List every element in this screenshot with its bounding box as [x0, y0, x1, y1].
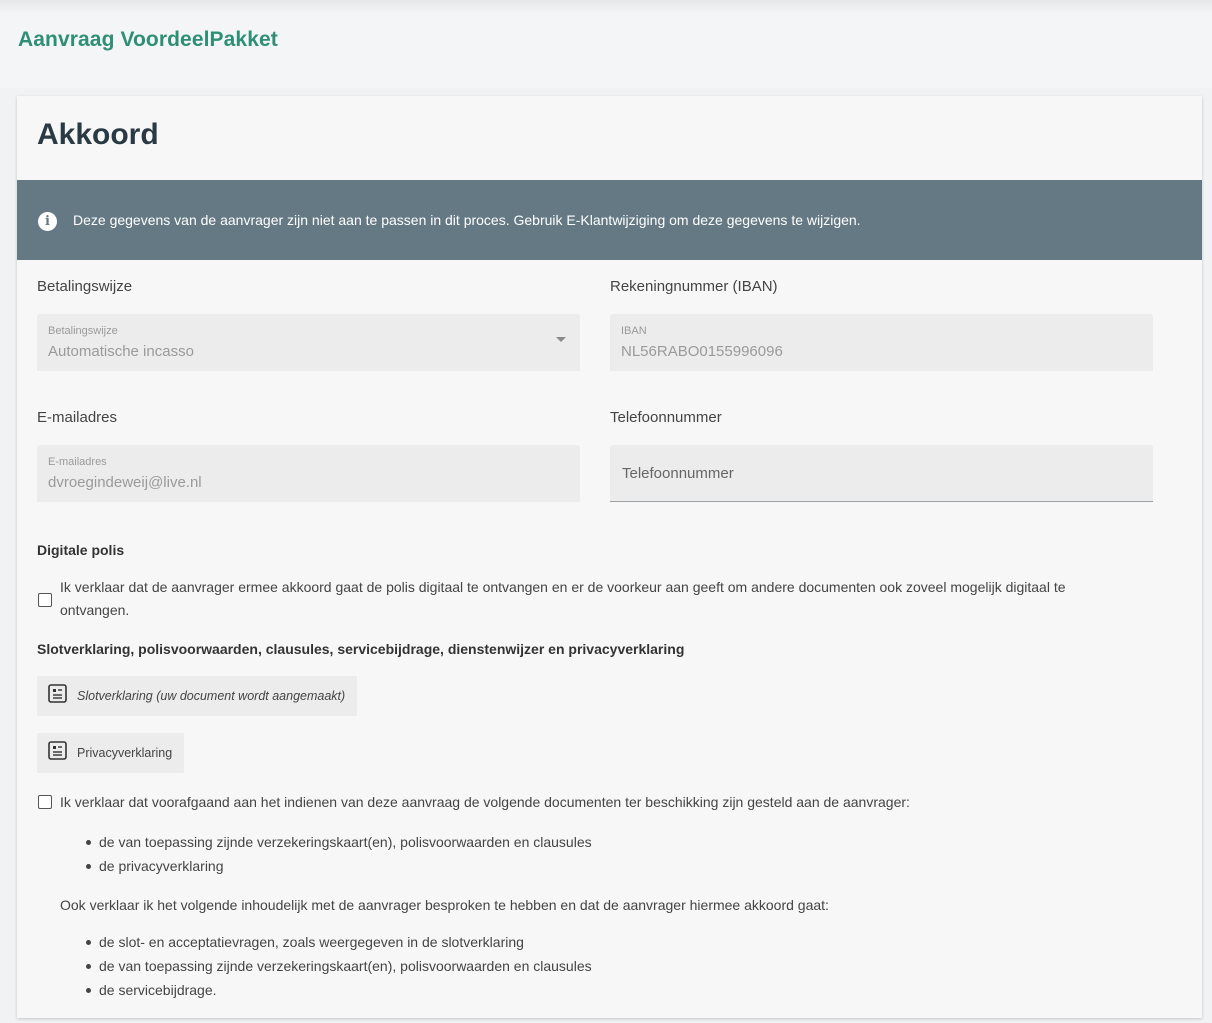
- list-item: de van toepassing zijnde verzekeringskaa…: [84, 830, 592, 854]
- info-banner-text: Deze gegevens van de aanvrager zijn niet…: [73, 212, 861, 228]
- document-icon: [48, 741, 67, 765]
- iban-field[interactable]: IBAN NL56RABO0155996096: [610, 314, 1153, 371]
- akkoord-card: Akkoord i Deze gegevens van de aanvrager…: [17, 96, 1202, 1018]
- declaration-checkbox[interactable]: [38, 795, 52, 809]
- payment-method-value: Automatische incasso: [48, 343, 194, 360]
- list-item: de slot- en acceptatievragen, zoals weer…: [84, 930, 592, 954]
- page-title: Akkoord: [37, 118, 159, 151]
- email-value: dvroegindeweij@live.nl: [48, 474, 202, 491]
- email-field[interactable]: E-mailadres dvroegindeweij@live.nl: [37, 445, 580, 502]
- iban-floating-label: IBAN: [621, 325, 647, 337]
- declaration-documents-list: de van toepassing zijnde verzekeringskaa…: [84, 830, 592, 878]
- list-item: de van toepassing zijnde verzekeringskaa…: [84, 954, 592, 978]
- privacyverklaring-document-link[interactable]: Privacyverklaring: [37, 733, 185, 773]
- chevron-down-icon: [556, 337, 566, 342]
- declaration-text: Ik verklaar dat voorafgaand aan het indi…: [60, 794, 910, 810]
- info-icon: i: [38, 211, 57, 231]
- app-title: Aanvraag VoordeelPakket: [18, 28, 278, 51]
- info-banner: i Deze gegevens van de aanvrager zijn ni…: [17, 180, 1202, 260]
- slotverklaring-label: Slotverklaring (uw document wordt aangem…: [77, 689, 346, 703]
- document-icon: [48, 684, 67, 708]
- list-item: de servicebijdrage.: [84, 978, 592, 1002]
- digital-policy-heading: Digitale polis: [37, 542, 125, 558]
- iban-label: Rekeningnummer (IBAN): [610, 278, 778, 295]
- email-floating-label: E-mailadres: [48, 456, 107, 468]
- digital-policy-text: Ik verklaar dat de aanvrager ermee akkoo…: [60, 576, 1066, 622]
- payment-method-floating-label: Betalingswijze: [48, 325, 118, 337]
- declaration-discussed-text: Ook verklaar ik het volgende inhoudelijk…: [60, 897, 829, 913]
- declaration-discussed-list: de slot- en acceptatievragen, zoals weer…: [84, 930, 592, 1002]
- slotverklaring-document-link[interactable]: Slotverklaring (uw document wordt aangem…: [37, 676, 358, 716]
- phone-label: Telefoonnummer: [610, 409, 722, 426]
- email-label: E-mailadres: [37, 409, 118, 426]
- privacyverklaring-label: Privacyverklaring: [77, 746, 173, 760]
- phone-placeholder: Telefoonnummer: [622, 465, 734, 482]
- digital-policy-checkbox[interactable]: [38, 593, 52, 607]
- phone-field[interactable]: Telefoonnummer: [610, 445, 1153, 502]
- payment-method-select[interactable]: Betalingswijze Automatische incasso: [37, 314, 580, 371]
- digital-policy-text-line1: Ik verklaar dat de aanvrager ermee akkoo…: [60, 579, 1066, 595]
- list-item: de privacyverklaring: [84, 854, 592, 878]
- top-bar: Aanvraag VoordeelPakket: [0, 0, 1212, 88]
- documents-heading: Slotverklaring, polisvoorwaarden, clausu…: [37, 641, 685, 657]
- iban-value: NL56RABO0155996096: [621, 343, 783, 360]
- digital-policy-text-line2: ontvangen.: [60, 602, 130, 618]
- payment-method-label: Betalingswijze: [37, 278, 133, 295]
